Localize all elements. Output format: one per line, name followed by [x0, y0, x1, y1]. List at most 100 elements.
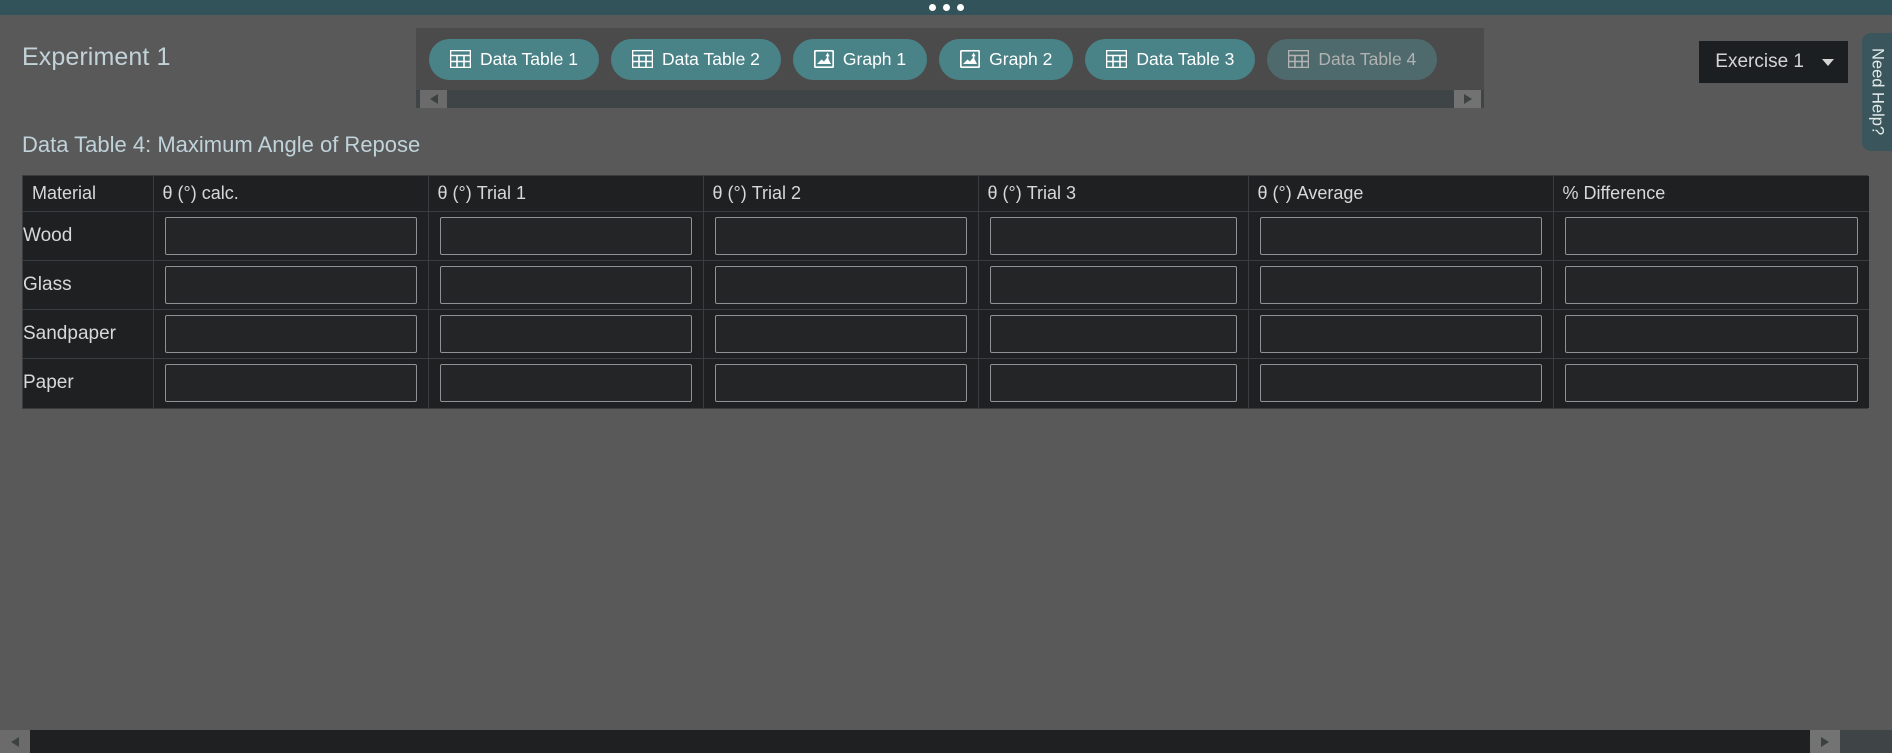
- input-cell: [428, 211, 704, 261]
- graph-icon: [813, 50, 834, 68]
- input-cell: [703, 358, 979, 408]
- input-cell: [703, 211, 979, 261]
- input-cell: [428, 260, 704, 310]
- tab-scroll-left-button[interactable]: [420, 90, 447, 108]
- data-table-header-row: Material θ (°) calc. θ (°) Trial 1θ (°) Tr…: [23, 176, 1869, 212]
- tab-label: Data Table 2: [661, 48, 760, 69]
- table-row: Sandpaper: [23, 309, 1869, 359]
- cell-input[interactable]: [989, 315, 1237, 353]
- cell-input[interactable]: [439, 315, 692, 353]
- input-cell: [1553, 309, 1869, 359]
- caret-left-icon: [429, 94, 438, 104]
- tab-data-table-2[interactable]: Data Table 2: [610, 38, 781, 80]
- tab-bar: Data Table 1 Data Table 2 Graph 1 Graph 2 Da…: [416, 28, 1484, 108]
- table-row: Glass: [23, 260, 1869, 310]
- three-dots-icon[interactable]: [942, 4, 950, 11]
- material-cell: Glass: [23, 260, 154, 310]
- table-icon: [631, 50, 653, 68]
- vertical-scrollbar-track[interactable]: [1875, 166, 1892, 730]
- cell-input[interactable]: [989, 364, 1237, 403]
- data-table-head: Material θ (°) calc. θ (°) Trial 1θ (°) Tr…: [23, 176, 1869, 212]
- cell-input[interactable]: [164, 217, 417, 255]
- column-header: θ (°) calc.: [153, 176, 429, 212]
- table-icon: [1106, 50, 1128, 68]
- cell-input[interactable]: [1564, 364, 1858, 403]
- input-cell: [978, 211, 1249, 261]
- column-header: % Difference: [1553, 176, 1869, 212]
- cell-input[interactable]: [439, 364, 692, 403]
- caret-right-icon: [1821, 736, 1829, 747]
- tab-label: Graph 2: [989, 48, 1053, 69]
- cell-input[interactable]: [164, 315, 417, 353]
- data-table-container: Material θ (°) calc. θ (°) Trial 1θ (°) Tr…: [22, 175, 1869, 409]
- input-cell: [978, 260, 1249, 310]
- tab-strip[interactable]: Data Table 1 Data Table 2 Graph 1 Graph 2 Da…: [416, 28, 1484, 90]
- cell-input[interactable]: [1564, 266, 1858, 304]
- cell-input[interactable]: [714, 266, 967, 304]
- input-cell: [1248, 358, 1554, 408]
- chevron-down-icon: [1822, 58, 1834, 66]
- cell-input[interactable]: [1564, 315, 1858, 353]
- exercise-select-value: Exercise 1: [1715, 51, 1804, 72]
- tab-label: Data Table 3: [1136, 48, 1235, 69]
- tab-data-table-1[interactable]: Data Table 1: [429, 38, 599, 80]
- cell-input[interactable]: [714, 364, 967, 403]
- cell-input[interactable]: [439, 217, 692, 255]
- tab-label: Data Table 1: [480, 48, 578, 69]
- input-cell: [703, 260, 979, 310]
- cell-input[interactable]: [439, 266, 692, 304]
- material-cell: Sandpaper: [23, 309, 154, 359]
- exercise-select[interactable]: Exercise 1: [1699, 41, 1848, 83]
- tab-graph-2[interactable]: Graph 2: [939, 38, 1074, 80]
- cell-input[interactable]: [164, 266, 417, 304]
- column-header: Material: [23, 176, 154, 212]
- horizontal-scrollbar-thumb[interactable]: [30, 730, 1810, 753]
- tab-label: Data Table 4: [1318, 48, 1417, 69]
- tab-label: Graph 1: [842, 48, 907, 69]
- table-row: Wood: [23, 211, 1869, 261]
- three-dots-icon[interactable]: [928, 4, 936, 11]
- cell-input[interactable]: [989, 217, 1237, 255]
- column-header: θ (°) Trial 3: [978, 176, 1249, 212]
- input-cell: [1248, 260, 1554, 310]
- table-icon: [1288, 50, 1310, 68]
- tab-data-table-3[interactable]: Data Table 3: [1085, 38, 1256, 80]
- tab-bar-scrollbar[interactable]: [416, 90, 1484, 108]
- material-cell: Wood: [23, 211, 154, 261]
- tab-graph-1[interactable]: Graph 1: [792, 38, 928, 80]
- tab-data-table-4[interactable]: Data Table 4: [1267, 38, 1438, 80]
- need-help-tab[interactable]: Need Help?: [1862, 33, 1892, 151]
- cell-input[interactable]: [1259, 217, 1542, 255]
- table-row: Paper: [23, 358, 1869, 408]
- cell-input[interactable]: [1259, 364, 1542, 403]
- cell-input[interactable]: [164, 364, 417, 403]
- input-cell: [703, 309, 979, 359]
- graph-icon: [960, 50, 981, 68]
- caret-right-icon: [1463, 94, 1472, 104]
- input-cell: [1553, 211, 1869, 261]
- data-table-body: Wood Glass Sandpaper Paper: [23, 211, 1869, 408]
- cell-input[interactable]: [714, 315, 967, 353]
- tab-scroll-right-button[interactable]: [1454, 90, 1481, 108]
- cell-input[interactable]: [989, 266, 1237, 304]
- column-header: θ (°) Trial 2: [703, 176, 979, 212]
- page-title: Experiment 1: [22, 43, 171, 71]
- cell-input[interactable]: [714, 217, 967, 255]
- input-cell: [978, 309, 1249, 359]
- input-cell: [428, 309, 704, 359]
- page-header: Experiment 1 Data Table 1 Data Table 2 Gra…: [0, 15, 1892, 151]
- cell-input[interactable]: [1259, 315, 1542, 353]
- cell-input[interactable]: [1259, 266, 1542, 304]
- input-cell: [153, 211, 429, 261]
- table-icon: [450, 50, 471, 68]
- input-cell: [1248, 309, 1554, 359]
- input-cell: [153, 260, 429, 310]
- scroll-left-button[interactable]: [0, 730, 30, 753]
- three-dots-icon[interactable]: [956, 4, 964, 11]
- horizontal-scrollbar[interactable]: [0, 730, 1892, 753]
- data-table: Material θ (°) calc. θ (°) Trial 1θ (°) Tr…: [23, 176, 1869, 408]
- cell-input[interactable]: [1564, 217, 1858, 255]
- input-cell: [428, 358, 704, 408]
- scroll-right-button[interactable]: [1810, 730, 1840, 753]
- need-help-label: Need Help?: [1868, 48, 1887, 136]
